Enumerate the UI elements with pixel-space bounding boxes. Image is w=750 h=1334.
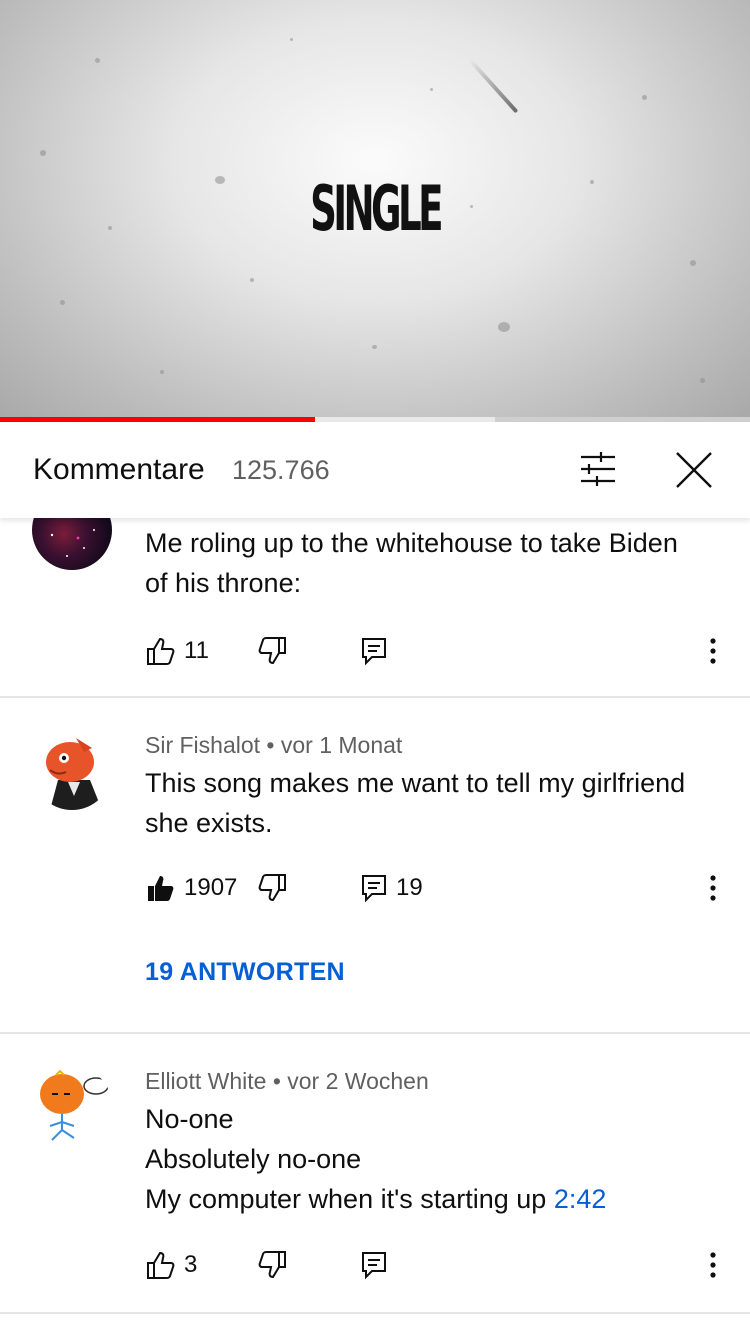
orange-doodle-avatar-image [40,1069,109,1141]
avatar[interactable] [32,1066,112,1146]
thumbs-up-icon [147,637,175,665]
comment-line: Absolutely no-one [145,1144,362,1174]
comment-actions: 11 [0,635,750,675]
thumbs-down-icon [258,874,286,902]
timestamp-link[interactable]: 2:42 [554,1184,607,1214]
close-icon [676,452,712,488]
dislike-button[interactable] [256,872,288,904]
like-count: 11 [184,637,209,664]
kebab-menu-icon [710,875,716,901]
sort-filter-button[interactable] [575,449,621,489]
like-count: 1907 [184,874,238,901]
dislike-button[interactable] [256,635,288,667]
comment-line: No-one [145,1104,234,1134]
comment-item: Me roling up to the whitehouse to take B… [0,490,750,700]
reply-comment-icon [362,875,386,903]
like-button[interactable] [145,635,177,667]
kebab-menu-icon [710,1252,716,1278]
comment-line: This song makes me want to tell my girlf… [145,768,686,798]
comment-divider [0,1312,750,1314]
thumbs-up-filled-icon [148,876,174,901]
reply-comment-icon [362,638,386,666]
reply-button[interactable] [358,635,390,667]
reply-count: 19 [396,874,423,901]
comments-title: Kommentare [33,453,205,486]
scratch-decoration [468,58,519,114]
like-button[interactable] [145,872,177,904]
kebab-menu-icon [710,638,716,664]
comment-line-text: My computer when it's starting up [145,1184,554,1214]
comment-text: This song makes me want to tell my girlf… [145,763,725,843]
thumbs-up-icon [147,1251,175,1279]
thumbs-down-icon [258,1251,286,1279]
close-button[interactable] [672,448,716,492]
like-button[interactable] [145,1249,177,1281]
comment-line: My computer when it's starting up 2:42 [145,1179,725,1219]
avatar[interactable] [32,730,112,810]
reply-button[interactable] [358,1249,390,1281]
comments-count: 125.766 [232,455,330,485]
comment-text: Me roling up to the whitehouse to take B… [145,523,725,603]
fish-avatar-image [46,738,102,810]
more-options-button[interactable] [700,1249,726,1281]
dislike-button[interactable] [256,1249,288,1281]
comment-meta: Sir Fishalot • vor 1 Monat [145,732,403,758]
view-replies-button[interactable]: 19 ANTWORTEN [145,958,345,987]
comment-actions: 1907 19 [0,872,750,912]
comment-line: Me roling up to the whitehouse to take B… [145,528,678,558]
more-options-button[interactable] [700,872,726,904]
filter-sliders-icon [581,452,615,486]
comment-item: Sir Fishalot • vor 1 Monat This song mak… [0,698,750,1034]
thumbs-down-icon [258,637,286,665]
more-options-button[interactable] [700,635,726,667]
comments-header: Kommentare 125.766 [0,422,750,518]
comment-item: Elliott White • vor 2 Wochen No-one Abso… [0,1034,750,1314]
reply-comment-icon [362,1252,386,1280]
comment-line: of his throne: [145,568,302,598]
comment-meta: Elliott White • vor 2 Wochen [145,1068,429,1094]
video-player[interactable]: SINGLE [0,0,750,422]
video-title-overlay: SINGLE [310,172,443,245]
reply-button[interactable] [358,872,390,904]
comment-text: No-one Absolutely no-one My computer whe… [145,1099,725,1219]
comment-line: she exists. [145,808,273,838]
comment-actions: 3 [0,1249,750,1289]
like-count: 3 [184,1251,198,1278]
